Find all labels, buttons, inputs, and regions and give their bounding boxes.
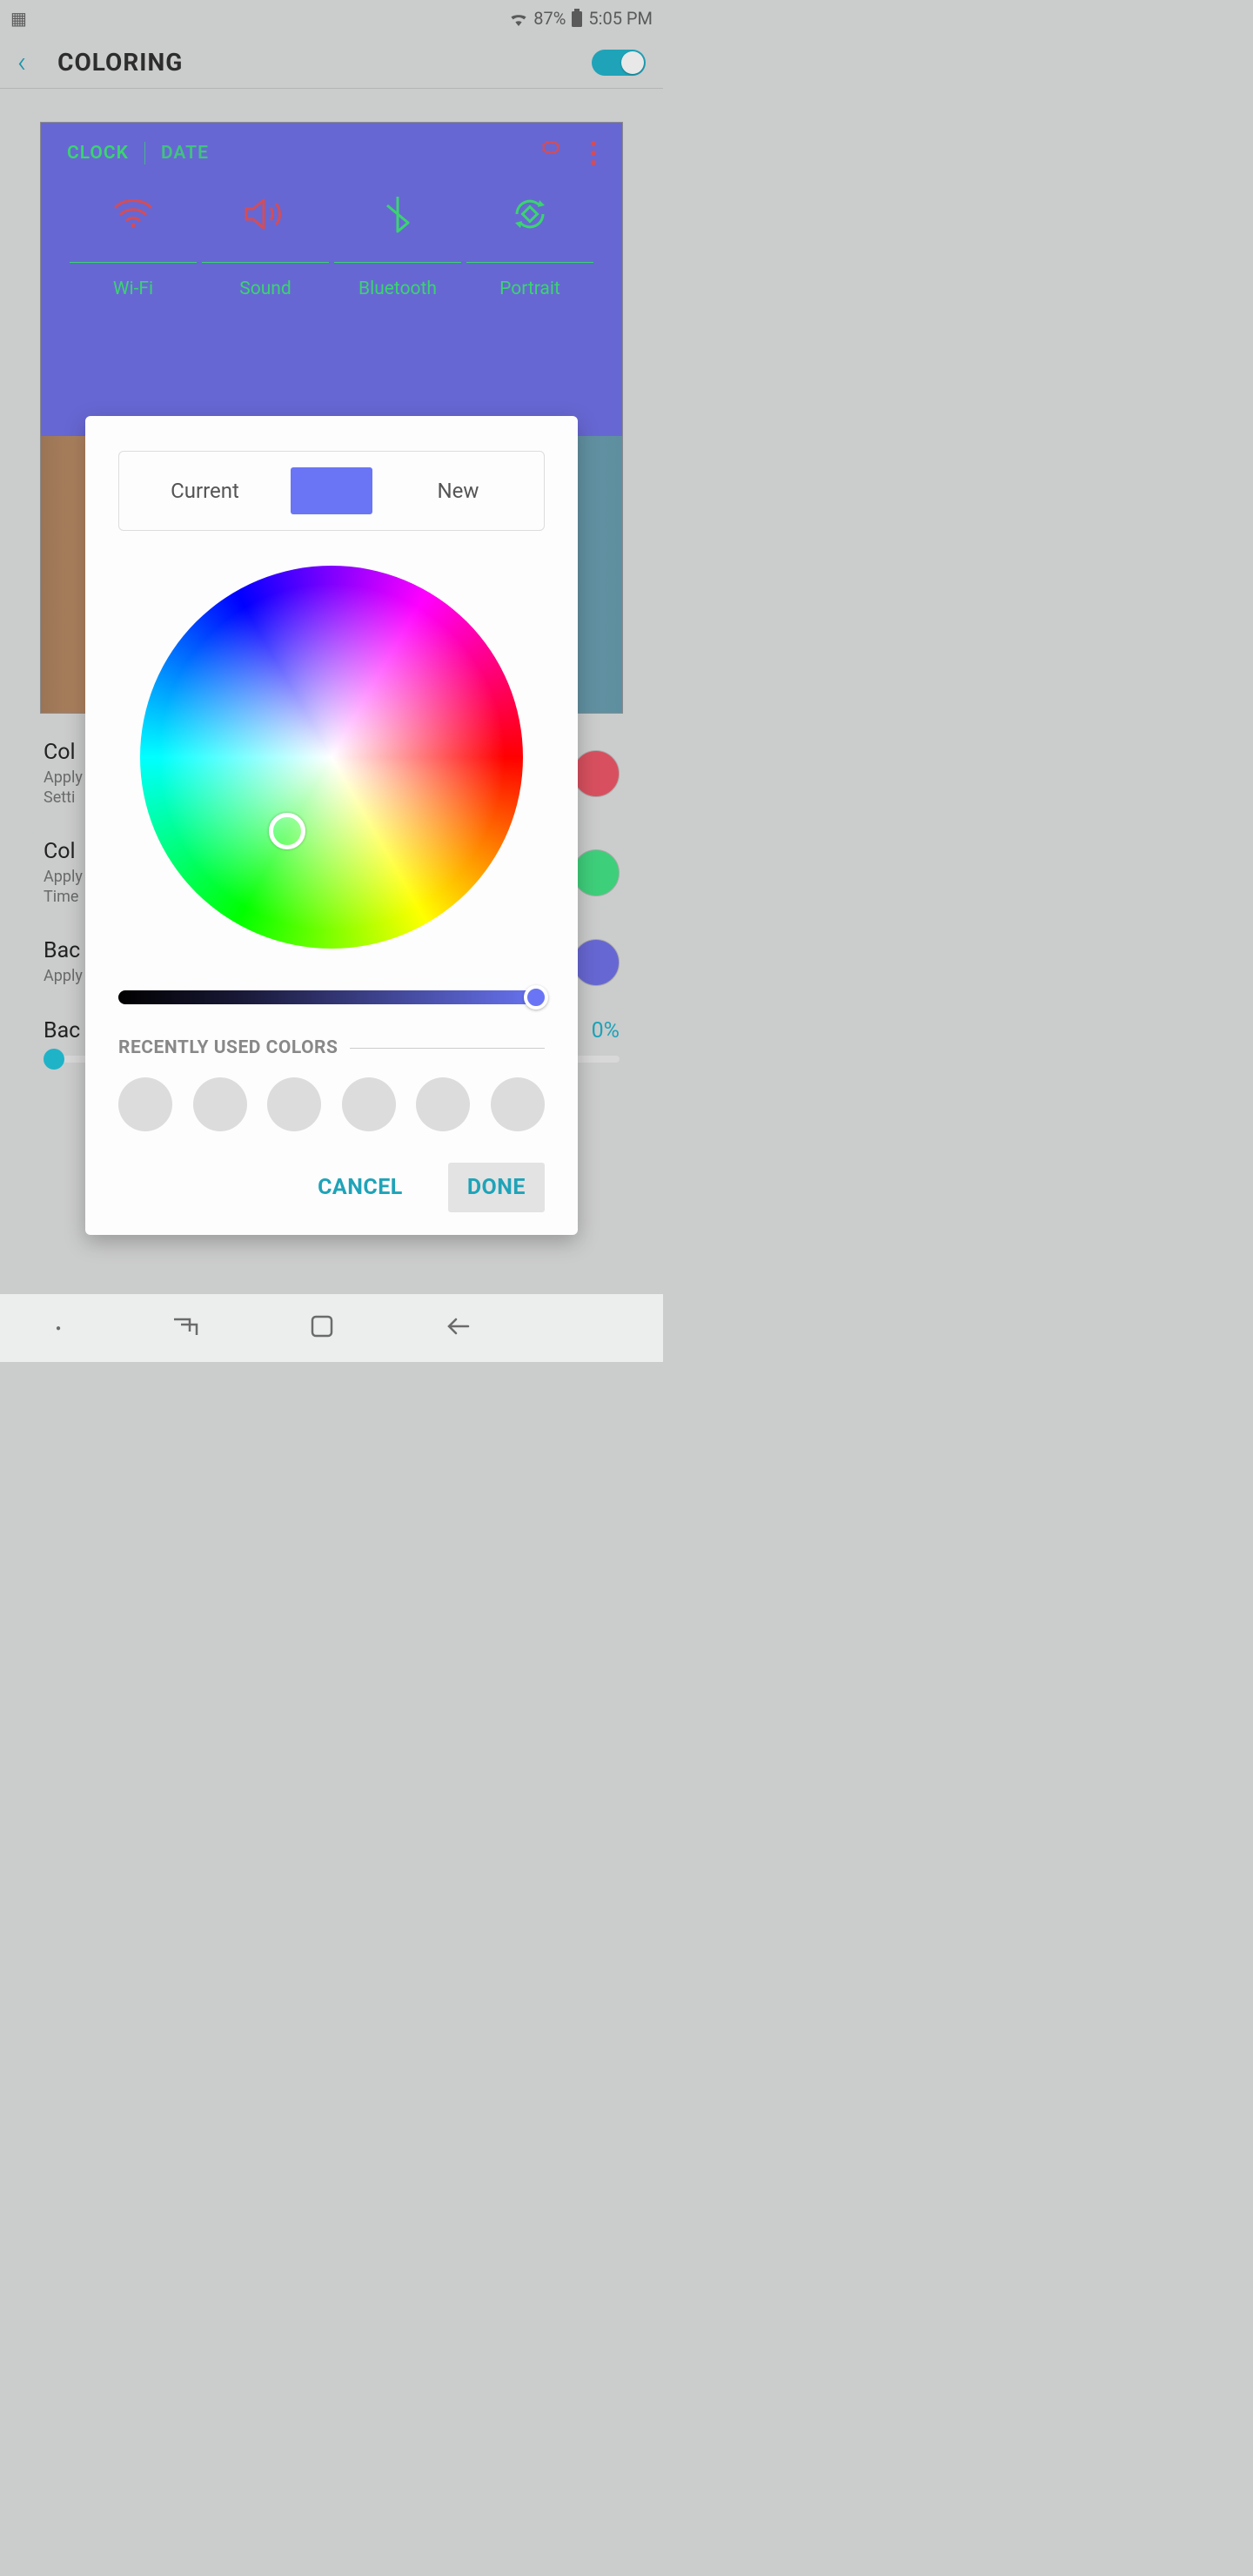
new-label: New <box>372 479 544 503</box>
recent-title: RECENTLY USED COLORS <box>118 1037 338 1058</box>
done-button[interactable]: DONE <box>448 1163 545 1212</box>
recent-color-slot[interactable] <box>118 1077 172 1131</box>
color-picker-dialog: Current New RECENTLY USED COLORS CANCEL … <box>85 416 578 1235</box>
color-swatch <box>291 467 372 514</box>
cancel-button[interactable]: CANCEL <box>298 1163 422 1212</box>
current-label: Current <box>119 479 291 503</box>
recents-icon[interactable] <box>172 1316 198 1340</box>
recent-colors-row <box>118 1077 545 1131</box>
color-wheel[interactable] <box>140 566 523 949</box>
recent-color-slot[interactable] <box>193 1077 247 1131</box>
back-nav-icon[interactable] <box>446 1316 470 1340</box>
recent-color-slot[interactable] <box>342 1077 396 1131</box>
brightness-slider[interactable] <box>118 990 545 1004</box>
color-wheel-container <box>118 566 545 949</box>
recent-color-slot[interactable] <box>267 1077 321 1131</box>
current-new-box: Current New <box>118 451 545 531</box>
home-icon[interactable] <box>310 1314 334 1342</box>
recent-colors-header: RECENTLY USED COLORS <box>118 1037 545 1058</box>
wheel-cursor[interactable] <box>269 813 305 849</box>
dialog-buttons: CANCEL DONE <box>118 1163 545 1212</box>
brightness-thumb[interactable] <box>524 985 548 1010</box>
recent-color-slot[interactable] <box>416 1077 470 1131</box>
nav-dot-icon[interactable]: ● <box>56 1324 61 1333</box>
recent-color-slot[interactable] <box>491 1077 545 1131</box>
navigation-bar: ● <box>0 1294 663 1362</box>
divider <box>350 1048 545 1049</box>
